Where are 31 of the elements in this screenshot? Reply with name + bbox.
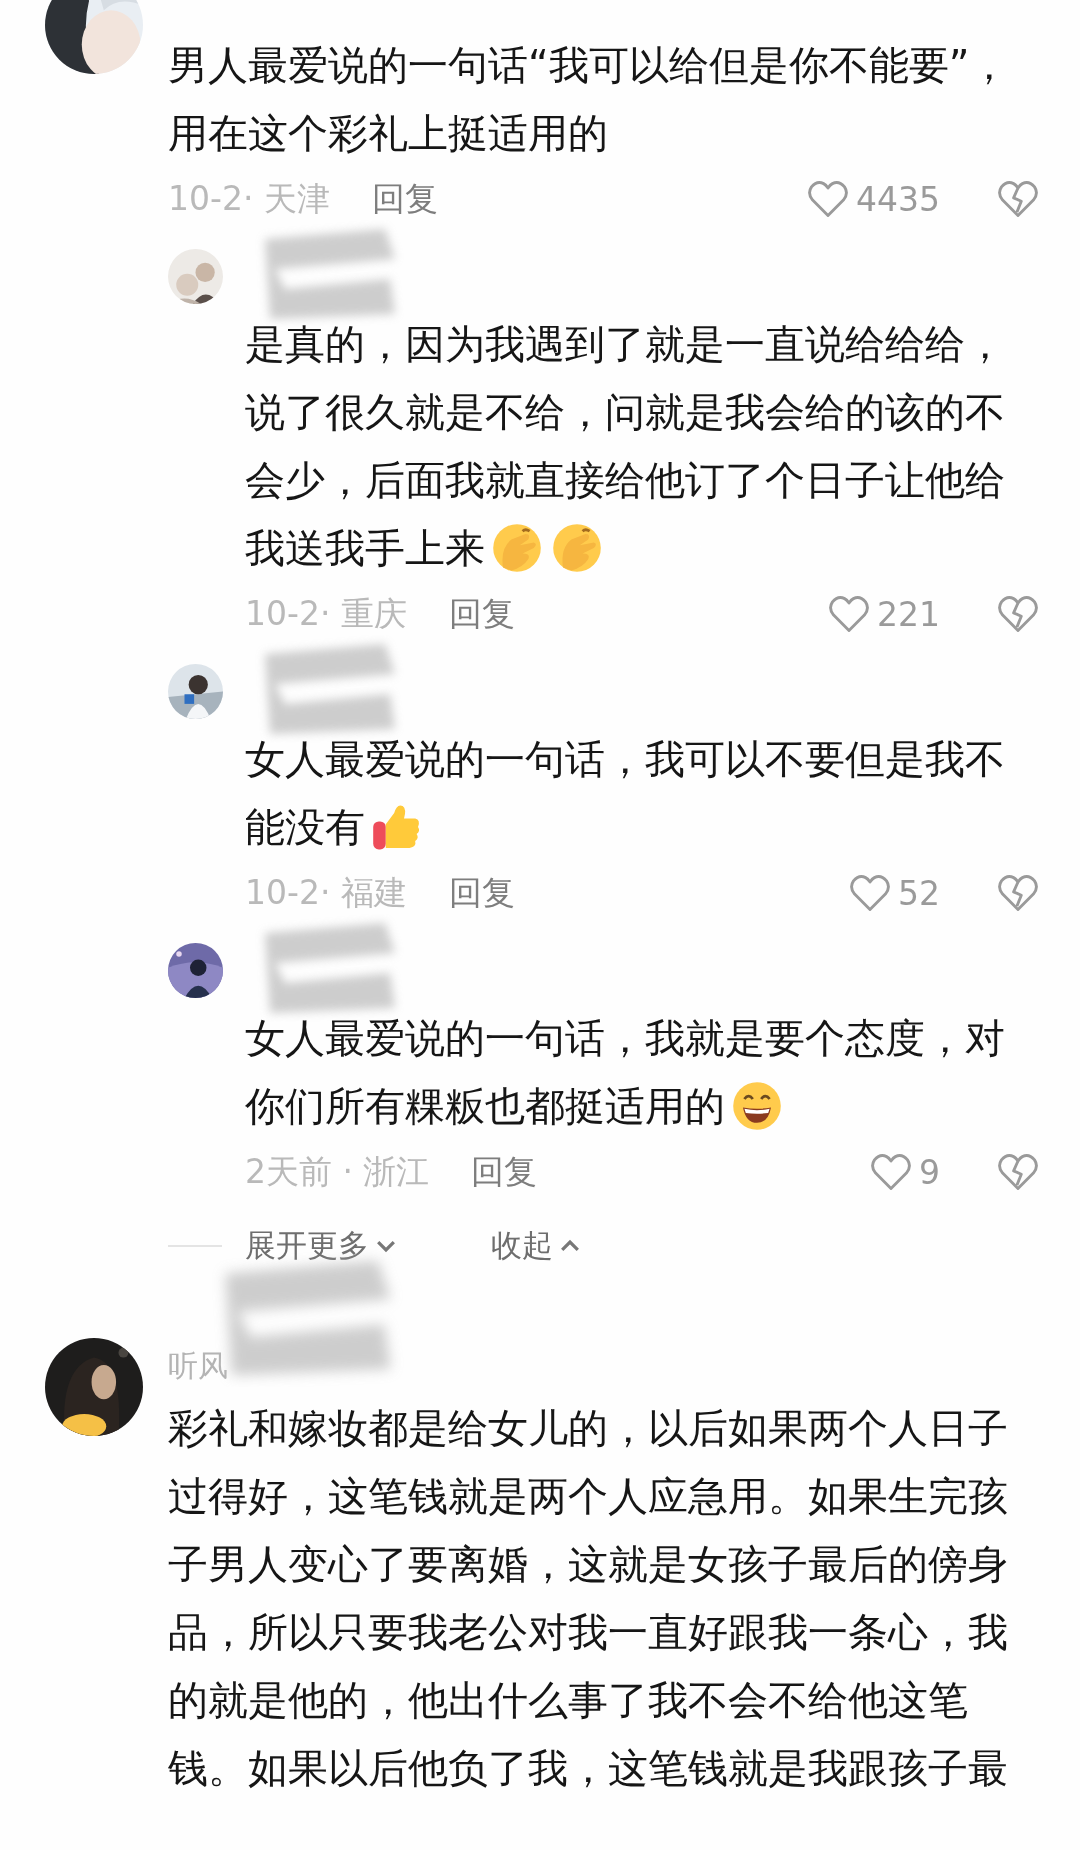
comment-meta: 10-2· 天津 <box>168 177 330 220</box>
comment-text: 品，所以只要我老公对我一直好跟我一条心，我 <box>168 1607 1008 1657</box>
comment-text: 子男人变心了要离婚，这就是女孩子最后的傍身 <box>168 1539 1008 1589</box>
comment-text: 男人最爱说的一句话“我可以给但是你不能要”， <box>168 40 1010 90</box>
comment-text: 过得好，这笔钱就是两个人应急用。如果生完孩 <box>168 1471 1008 1521</box>
comment-text: 的就是他的，他出什么事了我不会不给他这笔 <box>168 1675 968 1725</box>
comment-text: 我送我手上来 <box>245 523 485 573</box>
reply-button[interactable]: 回复 <box>448 870 515 916</box>
like-count: 52 <box>898 873 940 913</box>
comment-text: 女人最爱说的一句话，我就是要个态度，对 <box>245 1013 1005 1063</box>
expand-more-link[interactable]: 展开更多 <box>245 1225 369 1267</box>
collapse-link[interactable]: 收起 <box>491 1225 553 1267</box>
comment-meta: 10-2· 重庆 <box>245 592 407 635</box>
like-count: 4435 <box>856 179 940 219</box>
comment-text: 女人最爱说的一句话，我可以不要但是我不 <box>245 734 1005 784</box>
like-count: 221 <box>877 594 940 634</box>
like-count: 9 <box>919 1152 940 1192</box>
comment-text: 用在这个彩礼上挺适用的 <box>168 108 608 158</box>
comment-text: 彩礼和嫁妆都是给女儿的，以后如果两个人日子 <box>168 1403 1008 1453</box>
comment-text: 你们所有粿粄也都挺适用的 <box>245 1081 725 1131</box>
comment-text: 是真的，因为我遇到了就是一直说给给给， <box>245 319 1005 369</box>
comment-text: 能没有 <box>245 802 365 852</box>
comment-meta: 2天前 · 浙江 <box>245 1150 430 1193</box>
reply-button[interactable]: 回复 <box>371 176 438 222</box>
reply-button[interactable]: 回复 <box>471 1149 538 1195</box>
user-name[interactable]: 听风 <box>168 1345 228 1387</box>
comment-text: 说了很久就是不给，问就是我会给的该的不 <box>245 387 1005 437</box>
comment-text: 钱。如果以后他负了我，这笔钱就是我跟孩子最 <box>168 1743 1008 1793</box>
comment-meta: 10-2· 福建 <box>245 871 407 914</box>
comment-text: 会少，后面我就直接给他订了个日子让他给 <box>245 455 1005 505</box>
reply-button[interactable]: 回复 <box>448 591 515 637</box>
